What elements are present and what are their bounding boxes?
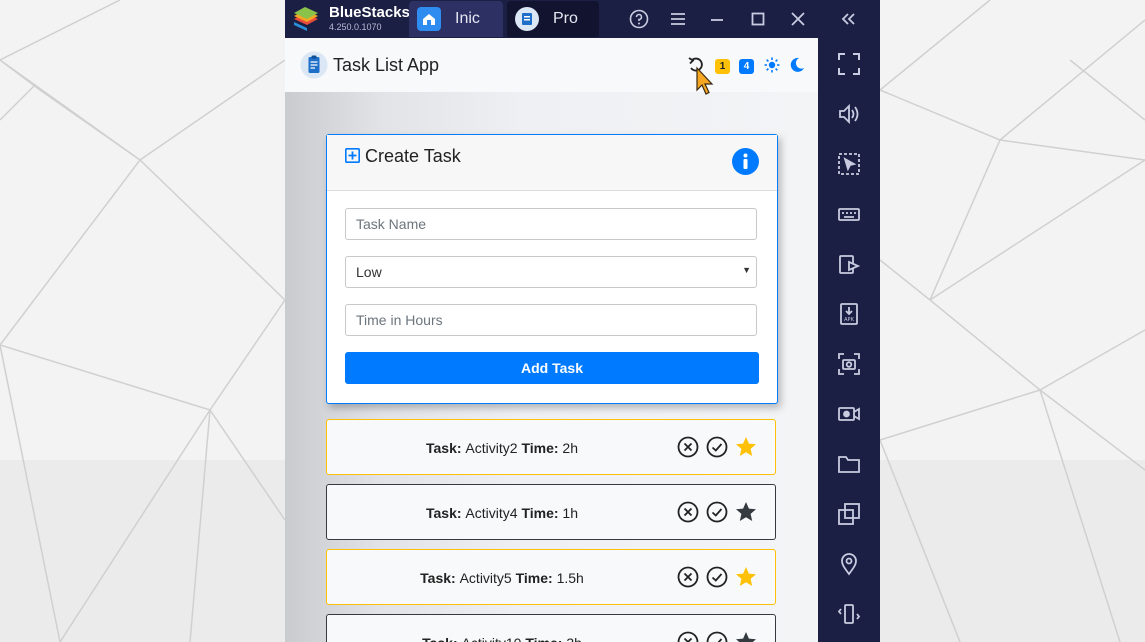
task-actions	[677, 501, 757, 523]
star-icon[interactable]	[735, 436, 757, 458]
home-icon	[417, 7, 441, 31]
task-field-label: Task:	[425, 440, 462, 456]
priority-select[interactable]: Low ▼	[345, 256, 757, 288]
time-field-label: Time:	[521, 505, 559, 521]
task-item: Task: Activity10 Time: 3h	[326, 614, 776, 642]
time-field-label: Time:	[515, 570, 553, 586]
svg-text:APK: APK	[844, 317, 854, 323]
time-hours-input[interactable]	[345, 304, 757, 336]
task-time: 1h	[562, 505, 578, 521]
complete-task-icon[interactable]	[706, 631, 728, 642]
light-theme-icon[interactable]	[764, 57, 780, 73]
keyboard-icon[interactable]	[836, 201, 862, 227]
task-item: Task: Activity4 Time: 1h	[326, 484, 776, 540]
delete-task-icon[interactable]	[677, 631, 699, 642]
task-time: 3h	[566, 635, 582, 642]
help-icon[interactable]	[628, 8, 650, 30]
mouse-cursor-icon	[696, 66, 714, 95]
time-field-label: Time:	[525, 635, 562, 642]
tab-home-label: Inic	[455, 10, 480, 27]
task-item: Task: Activity2 Time: 2h	[326, 419, 776, 475]
screenshot-icon[interactable]	[836, 351, 862, 377]
emulator-window: BlueStacks 4.250.0.1070 Inic Pro APK Tas…	[285, 0, 880, 642]
create-task-header: Create Task	[327, 135, 777, 191]
apk-icon[interactable]: APK	[836, 301, 862, 327]
emulator-brand: BlueStacks	[329, 4, 410, 21]
maximize-icon[interactable]	[747, 8, 769, 30]
create-task-title: Create Task	[365, 146, 461, 166]
task-item: Task: Activity5 Time: 1.5h	[326, 549, 776, 605]
menu-icon[interactable]	[667, 8, 689, 30]
complete-task-icon[interactable]	[706, 501, 728, 523]
task-app-icon	[515, 7, 539, 31]
task-text: Task: Activity2 Time: 2h	[327, 420, 677, 476]
volume-icon[interactable]	[836, 101, 862, 127]
time-field-label: Time:	[521, 440, 559, 456]
task-field-label: Task:	[425, 505, 462, 521]
pending-count-badge: 1	[715, 59, 730, 74]
app-navbar: Task List App 1 4	[285, 38, 818, 95]
task-name: Activity10	[462, 635, 522, 642]
task-actions	[677, 631, 757, 642]
priority-selected-value: Low	[356, 264, 382, 280]
record-icon[interactable]	[836, 401, 862, 427]
task-text: Task: Activity4 Time: 1h	[327, 485, 677, 541]
task-name: Activity4	[465, 505, 518, 521]
app-title: Task List App	[333, 55, 440, 75]
minimize-icon[interactable]	[706, 8, 728, 30]
task-name: Activity2	[465, 440, 518, 456]
task-time: 1.5h	[556, 570, 584, 586]
complete-task-icon[interactable]	[706, 566, 728, 588]
task-name: Activity5	[459, 570, 512, 586]
complete-task-icon[interactable]	[706, 436, 728, 458]
task-actions	[677, 566, 757, 588]
tab-home[interactable]: Inic	[409, 1, 503, 37]
create-task-card: Create Task Low ▼ Add Task	[326, 134, 778, 404]
android-screen: Task List App 1 4 Create Task Task Name …	[285, 38, 818, 642]
shake-icon[interactable]	[836, 601, 862, 627]
task-text: Task: Activity10 Time: 3h	[327, 615, 677, 642]
tab-task-app[interactable]: Pro	[507, 1, 599, 37]
add-task-button[interactable]: Add Task	[345, 352, 759, 384]
emulator-sidebar: APK	[818, 38, 880, 642]
emulator-version: 4.250.0.1070	[329, 22, 382, 32]
multi-instance-icon[interactable]	[836, 501, 862, 527]
folder-icon[interactable]	[836, 451, 862, 477]
delete-task-icon[interactable]	[677, 566, 699, 588]
plus-square-icon	[345, 148, 360, 163]
star-icon[interactable]	[735, 501, 757, 523]
star-icon[interactable]	[735, 631, 757, 642]
close-icon[interactable]	[787, 8, 809, 30]
task-field-label: Task:	[420, 570, 456, 586]
star-icon[interactable]	[735, 566, 757, 588]
task-name-input[interactable]	[345, 208, 757, 240]
chevron-down-icon: ▼	[742, 265, 751, 275]
emulator-titlebar: BlueStacks 4.250.0.1070 Inic Pro	[285, 0, 880, 38]
location-icon[interactable]	[836, 551, 862, 577]
task-time: 2h	[562, 440, 578, 456]
bluestacks-logo-icon	[294, 7, 318, 31]
fullscreen-icon[interactable]	[836, 51, 862, 77]
install-apk-media-icon[interactable]	[836, 251, 862, 277]
task-text: Task: Activity5 Time: 1.5h	[327, 550, 677, 606]
task-field-label: Task:	[422, 635, 458, 642]
dark-theme-icon[interactable]	[789, 57, 805, 73]
delete-task-icon[interactable]	[677, 501, 699, 523]
collapse-sidebar-icon[interactable]	[837, 8, 859, 30]
info-icon[interactable]	[732, 148, 759, 175]
pointer-icon[interactable]	[836, 151, 862, 177]
tab-app-label: Pro	[553, 10, 578, 27]
task-actions	[677, 436, 757, 458]
delete-task-icon[interactable]	[677, 436, 699, 458]
total-count-badge: 4	[739, 59, 754, 74]
app-logo-icon	[300, 51, 328, 79]
